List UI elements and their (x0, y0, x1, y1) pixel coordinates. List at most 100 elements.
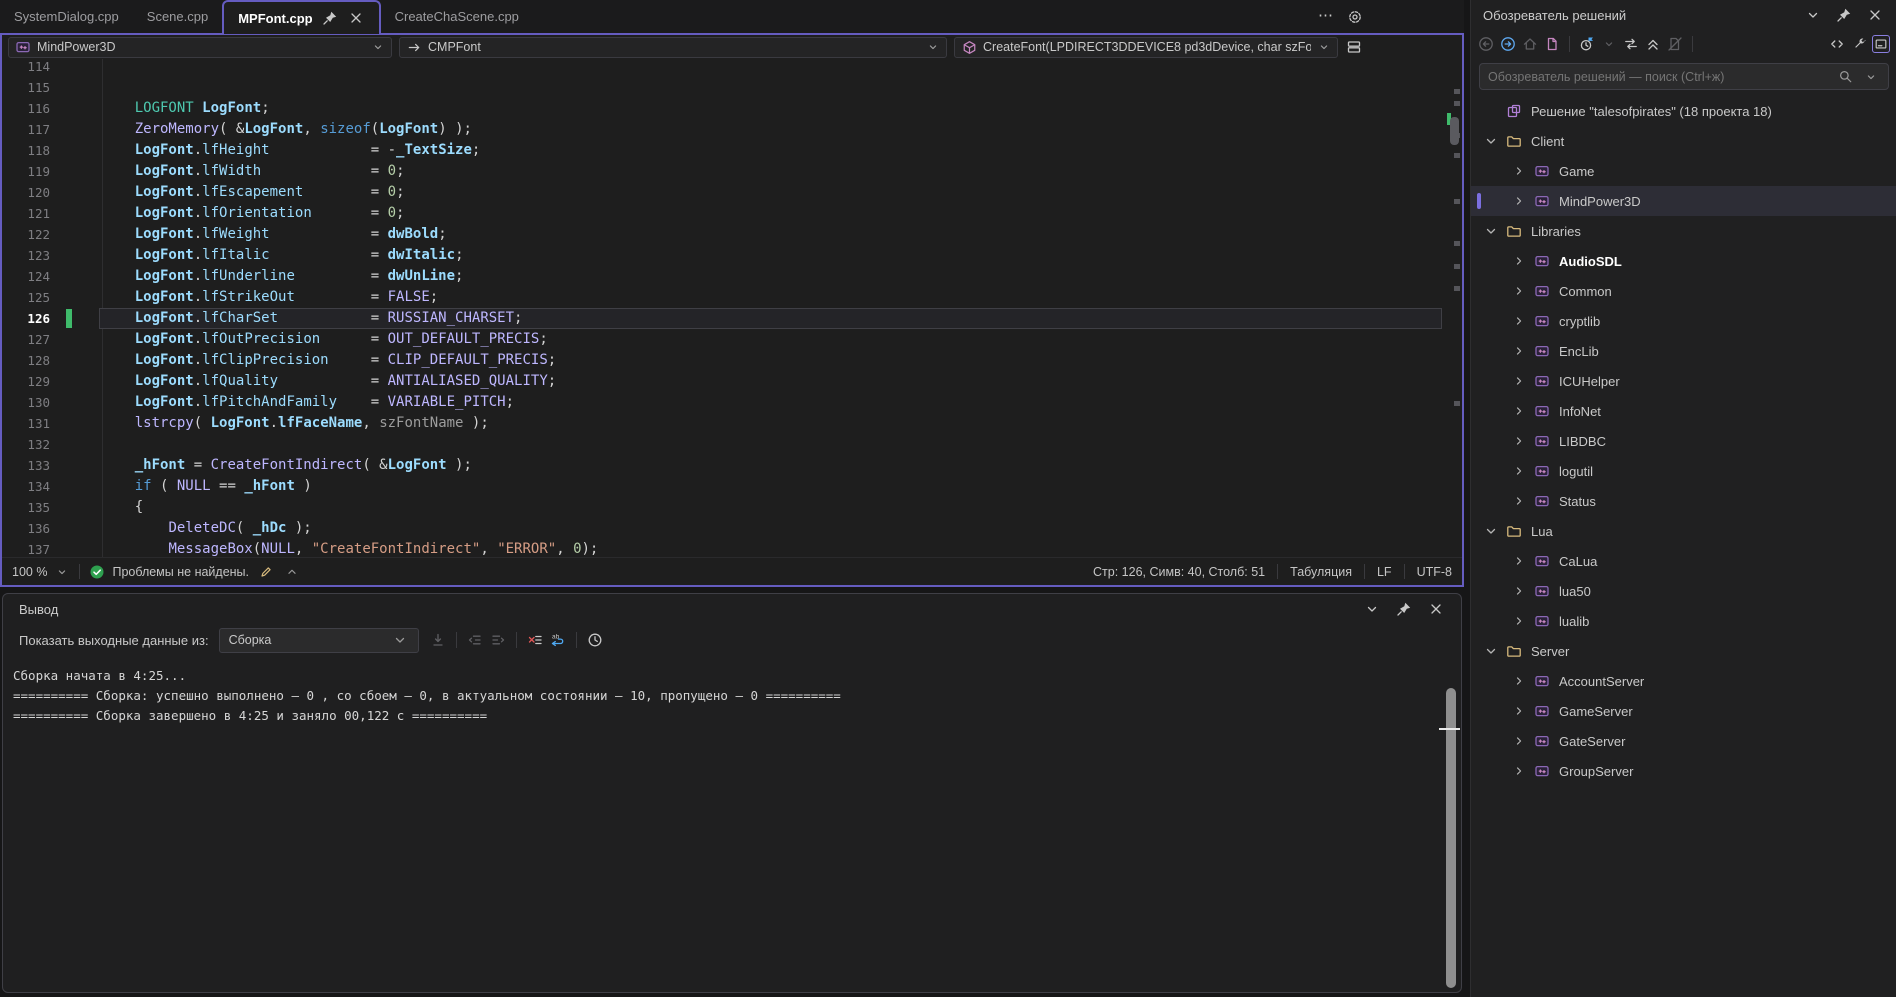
code-line-132[interactable]: 132 (2, 434, 1446, 455)
output-scrollbar[interactable] (1446, 688, 1456, 988)
code-line-121[interactable]: 121 LogFont.lfOrientation = 0; (2, 203, 1446, 224)
tree-item-lua[interactable]: Lua (1471, 516, 1896, 546)
tree-item-server[interactable]: Server (1471, 636, 1896, 666)
tree-item-client[interactable]: Client (1471, 126, 1896, 156)
code-line-137[interactable]: 137 MessageBox(NULL, "CreateFontIndirect… (2, 539, 1446, 557)
chevron-right-icon[interactable] (1511, 733, 1527, 749)
show-all-files-icon[interactable] (1666, 35, 1684, 53)
code-line-136[interactable]: 136 DeleteDC( _hDc ); (2, 518, 1446, 539)
code-line-115[interactable]: 115 (2, 77, 1446, 98)
chevron-right-icon[interactable] (1511, 163, 1527, 179)
back-icon[interactable] (1477, 35, 1495, 53)
close-icon[interactable] (347, 9, 365, 27)
chevron-right-icon[interactable] (1511, 553, 1527, 569)
tree-item-enclib[interactable]: EncLib (1471, 336, 1896, 366)
tree-item-icuhelper[interactable]: ICUHelper (1471, 366, 1896, 396)
scrollbar-thumb[interactable] (1450, 117, 1459, 145)
problems-indicator[interactable]: Проблемы не найдены. (88, 563, 249, 581)
tree-item-gameserver[interactable]: GameServer (1471, 696, 1896, 726)
close-icon[interactable] (1866, 6, 1884, 24)
chevron-right-icon[interactable] (1511, 583, 1527, 599)
tree-item-common[interactable]: Common (1471, 276, 1896, 306)
code-line-129[interactable]: 129 LogFont.lfQuality = ANTIALIASED_QUAL… (2, 371, 1446, 392)
chevron-right-icon[interactable] (1511, 313, 1527, 329)
chevron-right-icon[interactable] (1511, 493, 1527, 509)
tree-item-mindpower3d[interactable]: MindPower3D (1471, 186, 1896, 216)
tree-item-status[interactable]: Status (1471, 486, 1896, 516)
chevron-right-icon[interactable] (1511, 193, 1527, 209)
chevron-right-icon[interactable] (1511, 373, 1527, 389)
tree-item-groupserver[interactable]: GroupServer (1471, 756, 1896, 786)
tab-SystemDialog.cpp[interactable]: SystemDialog.cpp (0, 0, 133, 33)
chevron-down-icon[interactable] (1483, 133, 1499, 149)
tree-item-libraries[interactable]: Libraries (1471, 216, 1896, 246)
tree-item--talesofpirates-18-18-[interactable]: Решение "talesofpirates" (18 проекта 18) (1471, 96, 1896, 126)
outdent-icon[interactable] (466, 631, 484, 649)
preview-icon[interactable] (1872, 35, 1890, 53)
chevron-down-icon[interactable] (1804, 6, 1822, 24)
tree-item-audiosdl[interactable]: AudioSDL (1471, 246, 1896, 276)
indent-mode[interactable]: Табуляция (1290, 565, 1352, 579)
sync-active-document-icon[interactable] (1543, 35, 1561, 53)
chevron-down-icon[interactable] (1363, 600, 1381, 618)
tab-overflow-button[interactable]: ⋯ (1318, 6, 1334, 24)
pin-icon[interactable] (1835, 6, 1853, 24)
code-editor[interactable]: 114115116 LOGFONT LogFont;117 ZeroMemory… (2, 59, 1462, 557)
breadcrumb-type-dropdown[interactable]: CMPFont (399, 37, 947, 58)
tree-item-cryptlib[interactable]: cryptlib (1471, 306, 1896, 336)
chevron-up-icon[interactable] (283, 563, 301, 581)
code-line-125[interactable]: 125 LogFont.lfStrikeOut = FALSE; (2, 287, 1446, 308)
chevron-down-icon[interactable] (1483, 643, 1499, 659)
code-line-134[interactable]: 134 if ( NULL == _hFont ) (2, 476, 1446, 497)
tab-CreateChaScene.cpp[interactable]: CreateChaScene.cpp (381, 0, 533, 33)
breadcrumb-member-dropdown[interactable]: CreateFont(LPDIRECT3DDEVICE8 pd3dDevice,… (954, 37, 1338, 58)
goto-previous-message-icon[interactable] (429, 631, 447, 649)
split-editor-button[interactable] (1345, 38, 1363, 56)
chevron-down-icon[interactable] (1862, 68, 1880, 86)
home-icon[interactable] (1521, 35, 1539, 53)
tree-item-game[interactable]: Game (1471, 156, 1896, 186)
code-line-120[interactable]: 120 LogFont.lfEscapement = 0; (2, 182, 1446, 203)
code-line-131[interactable]: 131 lstrcpy( LogFont.lfFaceName, szFontN… (2, 413, 1446, 434)
editor-scrollbar[interactable] (1446, 59, 1462, 557)
code-line-126[interactable]: 126 LogFont.lfCharSet = RUSSIAN_CHARSET; (2, 308, 1446, 329)
chevron-down-icon[interactable] (1483, 523, 1499, 539)
word-wrap-icon[interactable]: ab (549, 631, 567, 649)
encoding[interactable]: UTF-8 (1417, 565, 1452, 579)
clear-all-icon[interactable] (526, 631, 544, 649)
explorer-search-box[interactable] (1479, 63, 1889, 90)
code-line-123[interactable]: 123 LogFont.lfItalic = dwItalic; (2, 245, 1446, 266)
properties-icon[interactable] (1850, 35, 1868, 53)
code-line-114[interactable]: 114 (2, 59, 1446, 77)
tree-item-calua[interactable]: CaLua (1471, 546, 1896, 576)
caret-position[interactable]: Стр: 126, Симв: 40, Столб: 51 (1093, 565, 1265, 579)
tree-item-gateserver[interactable]: GateServer (1471, 726, 1896, 756)
tree-item-libdbc[interactable]: LIBDBC (1471, 426, 1896, 456)
chevron-down-icon[interactable] (1483, 223, 1499, 239)
code-line-124[interactable]: 124 LogFont.lfUnderline = dwUnLine; (2, 266, 1446, 287)
forward-icon[interactable] (1499, 35, 1517, 53)
code-cleanup-icon[interactable] (257, 563, 275, 581)
pin-icon[interactable] (321, 9, 339, 27)
code-line-133[interactable]: 133 _hFont = CreateFontIndirect( &LogFon… (2, 455, 1446, 476)
search-input[interactable] (1488, 70, 1828, 84)
chevron-right-icon[interactable] (1511, 343, 1527, 359)
code-line-128[interactable]: 128 LogFont.lfClipPrecision = CLIP_DEFAU… (2, 350, 1446, 371)
code-line-119[interactable]: 119 LogFont.lfWidth = 0; (2, 161, 1446, 182)
code-line-122[interactable]: 122 LogFont.lfWeight = dwBold; (2, 224, 1446, 245)
breadcrumb-project-dropdown[interactable]: MindPower3D (8, 37, 392, 58)
code-line-117[interactable]: 117 ZeroMemory( &LogFont, sizeof(LogFont… (2, 119, 1446, 140)
code-view-icon[interactable] (1828, 35, 1846, 53)
indent-icon[interactable] (489, 631, 507, 649)
gear-icon[interactable] (1346, 8, 1364, 26)
tab-Scene.cpp[interactable]: Scene.cpp (133, 0, 222, 33)
tree-item-accountserver[interactable]: AccountServer (1471, 666, 1896, 696)
eol-mode[interactable]: LF (1377, 565, 1392, 579)
collapse-all-icon[interactable] (1644, 35, 1662, 53)
code-line-135[interactable]: 135 { (2, 497, 1446, 518)
chevron-right-icon[interactable] (1511, 703, 1527, 719)
tree-item-lualib[interactable]: lualib (1471, 606, 1896, 636)
code-line-118[interactable]: 118 LogFont.lfHeight = -_TextSize; (2, 140, 1446, 161)
tree-item-logutil[interactable]: logutil (1471, 456, 1896, 486)
output-log[interactable]: Сборка начата в 4:25...========== Сборка… (3, 660, 1461, 732)
